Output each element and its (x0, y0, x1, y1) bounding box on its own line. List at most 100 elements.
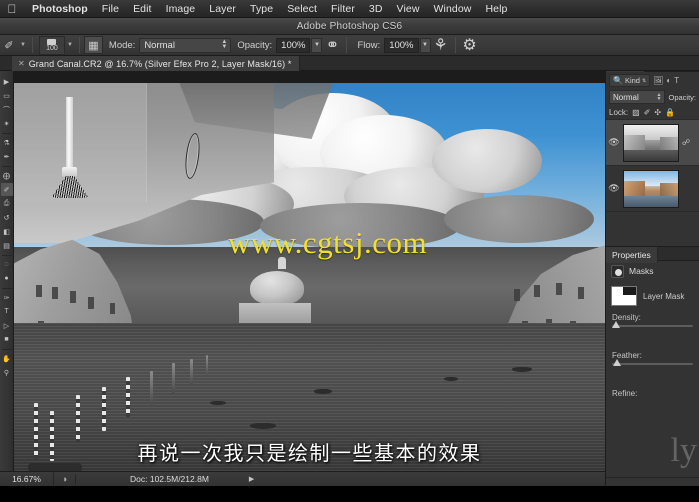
brush-bristles-graphic (52, 176, 88, 198)
mooring-pole-6 (150, 371, 153, 405)
document-canvas[interactable]: www.cgtsj.com 再说一次我只是绘制一些基本的效果 (14, 71, 605, 471)
opacity-stepper-icon[interactable]: ▼ (311, 37, 323, 53)
layer-mask-thumbnail[interactable] (611, 286, 637, 306)
menu-item-3d[interactable]: 3D (362, 0, 390, 18)
menu-item-select[interactable]: Select (280, 0, 324, 18)
table-row[interactable]: 👁 ☍ (606, 120, 699, 166)
lasso-tool-icon[interactable]: ⌒ (1, 103, 13, 116)
menu-item-image[interactable]: Image (159, 0, 203, 18)
crop-tool-icon[interactable]: ⚗ (1, 136, 13, 149)
feather-slider-track[interactable] (612, 359, 693, 366)
preview-status-icon[interactable]: ◑ (54, 474, 76, 484)
hand-tool-icon[interactable]: ✋ (1, 352, 13, 365)
menu-item-file[interactable]: File (95, 0, 126, 18)
brush-panel-toggle-icon[interactable]: ▦ (83, 36, 103, 54)
menu-item-filter[interactable]: Filter (324, 0, 362, 18)
gradient-tool-icon[interactable]: ▤ (1, 239, 13, 252)
menu-item-edit[interactable]: Edit (126, 0, 159, 18)
menu-item-type[interactable]: Type (243, 0, 280, 18)
layer-thumbnail-bw[interactable] (623, 123, 679, 162)
brush-preset-chevron-icon[interactable]: ▼ (67, 42, 73, 48)
brush-ferrule-graphic (62, 167, 77, 177)
lock-image-pixels-icon[interactable]: ✐ (644, 108, 651, 117)
layer-blend-mode-select[interactable]: Normal ▲ ▼ (609, 90, 666, 104)
status-expand-arrow-icon[interactable]: ▶ (249, 475, 254, 483)
density-slider-track[interactable] (612, 321, 693, 328)
density-label: Density: (612, 313, 641, 322)
eyedropper-tool-icon[interactable]: ✒ (1, 150, 13, 163)
boat-4 (444, 377, 458, 381)
masks-label: Masks (629, 266, 654, 276)
opacity-value[interactable]: 100% (276, 37, 311, 53)
dodge-tool-icon[interactable]: ● (1, 272, 13, 285)
layer-mask-row[interactable]: Layer Mask (606, 281, 699, 311)
canvas-top-band (14, 71, 605, 83)
layer-kind-filter[interactable]: 🔍 Kind ⇅ (609, 74, 651, 87)
airbrush-icon[interactable]: ⚘ (431, 36, 451, 55)
document-tab[interactable]: ✕ Grand Canal.CR2 @ 16.7% (Silver Efex P… (12, 56, 301, 71)
zoom-tool-icon[interactable]: ⚲ (1, 366, 13, 379)
mask-link-icon[interactable]: ☍ (682, 138, 690, 147)
spot-healing-tool-icon[interactable]: ⨁ (1, 169, 13, 182)
close-tab-icon[interactable]: ✕ (18, 59, 25, 68)
refine-label: Refine: (612, 389, 638, 398)
pixel-layer-filter-icon[interactable]: 🖼 (653, 76, 663, 85)
boat-6 (512, 367, 532, 372)
blend-mode-select[interactable]: Normal ▲ ▼ (139, 37, 232, 53)
move-tool-icon[interactable]: ▶ (1, 75, 13, 88)
menu-item-view[interactable]: View (390, 0, 427, 18)
brush-preset-picker[interactable]: 100 (38, 35, 65, 55)
menu-item-window[interactable]: Window (427, 0, 479, 18)
clone-stamp-tool-icon[interactable]: ⎙ (1, 197, 13, 210)
shape-tool-icon[interactable]: ■ (1, 333, 13, 346)
layer-mask-label: Layer Mask (643, 291, 685, 301)
search-icon: 🔍 (613, 76, 623, 85)
lock-position-icon[interactable]: ✣ (654, 108, 661, 117)
opacity-pressure-icon[interactable]: ⚭ (322, 36, 342, 55)
layer-thumbnail-color[interactable] (623, 169, 679, 208)
tool-preset-chevron-icon[interactable]: ▼ (20, 42, 26, 48)
tool-divider-3 (1, 255, 12, 256)
tool-divider-5 (1, 349, 12, 350)
application-title: Adobe Photoshop CS6 (296, 20, 403, 32)
eye-visibility-icon-2[interactable]: 👁 (608, 183, 620, 194)
eye-visibility-icon[interactable]: 👁 (608, 137, 620, 148)
dock-watermark: ly (670, 432, 697, 469)
zoom-level-value[interactable]: 16.67% (0, 471, 54, 487)
brush-tool-icon-strip[interactable]: ✐ (0, 183, 13, 196)
tool-options-bar: ✐ ▼ 100 ▼ ▦ Mode: Normal ▲ ▼ Opacity: 100… (0, 35, 699, 56)
tab-properties[interactable]: Properties (606, 247, 658, 263)
menu-item-help[interactable]: Help (478, 0, 514, 18)
options-separator-2 (78, 37, 80, 53)
mooring-pole-9 (206, 355, 208, 377)
feather-slider-knob[interactable] (613, 359, 621, 366)
adjustment-layer-filter-icon[interactable]: ◐ (666, 76, 671, 85)
type-layer-filter-icon[interactable]: T (674, 76, 679, 85)
lock-transparent-pixels-icon[interactable]: ▨ (632, 108, 640, 117)
blur-tool-icon[interactable]: ◌ (1, 258, 13, 271)
quick-select-tool-icon[interactable]: ✶ (1, 117, 13, 130)
brush-tool-icon[interactable]: ✐ (0, 36, 18, 55)
tablet-pressure-size-icon[interactable]: ⚙ (460, 36, 480, 55)
marquee-tool-icon[interactable]: ▭ (1, 89, 13, 102)
lock-all-icon[interactable]: 🔒 (665, 108, 675, 117)
path-selection-tool-icon[interactable]: ▷ (1, 319, 13, 332)
apple-logo-icon[interactable]:  (6, 2, 18, 16)
tool-divider-4 (1, 288, 12, 289)
flow-stepper-icon[interactable]: ▼ (419, 37, 431, 53)
flow-value[interactable]: 100% (384, 37, 419, 53)
eraser-tool-icon[interactable]: ◧ (1, 225, 13, 238)
thumb-water-color (624, 195, 678, 207)
tool-divider-1 (1, 133, 12, 134)
table-row-2[interactable]: 👁 (606, 166, 699, 212)
menu-item-layer[interactable]: Layer (202, 0, 243, 18)
menu-item-photoshop[interactable]: Photoshop (25, 0, 95, 18)
tool-divider-2 (1, 166, 12, 167)
bottom-letterbox (0, 486, 699, 502)
application-title-bar: Adobe Photoshop CS6 (0, 18, 699, 35)
boat-3 (210, 401, 226, 405)
type-tool-icon[interactable]: T (1, 305, 13, 318)
pen-tool-icon[interactable]: ✑ (1, 291, 13, 304)
history-brush-tool-icon[interactable]: ↺ (1, 211, 13, 224)
density-slider-knob[interactable] (612, 321, 620, 328)
